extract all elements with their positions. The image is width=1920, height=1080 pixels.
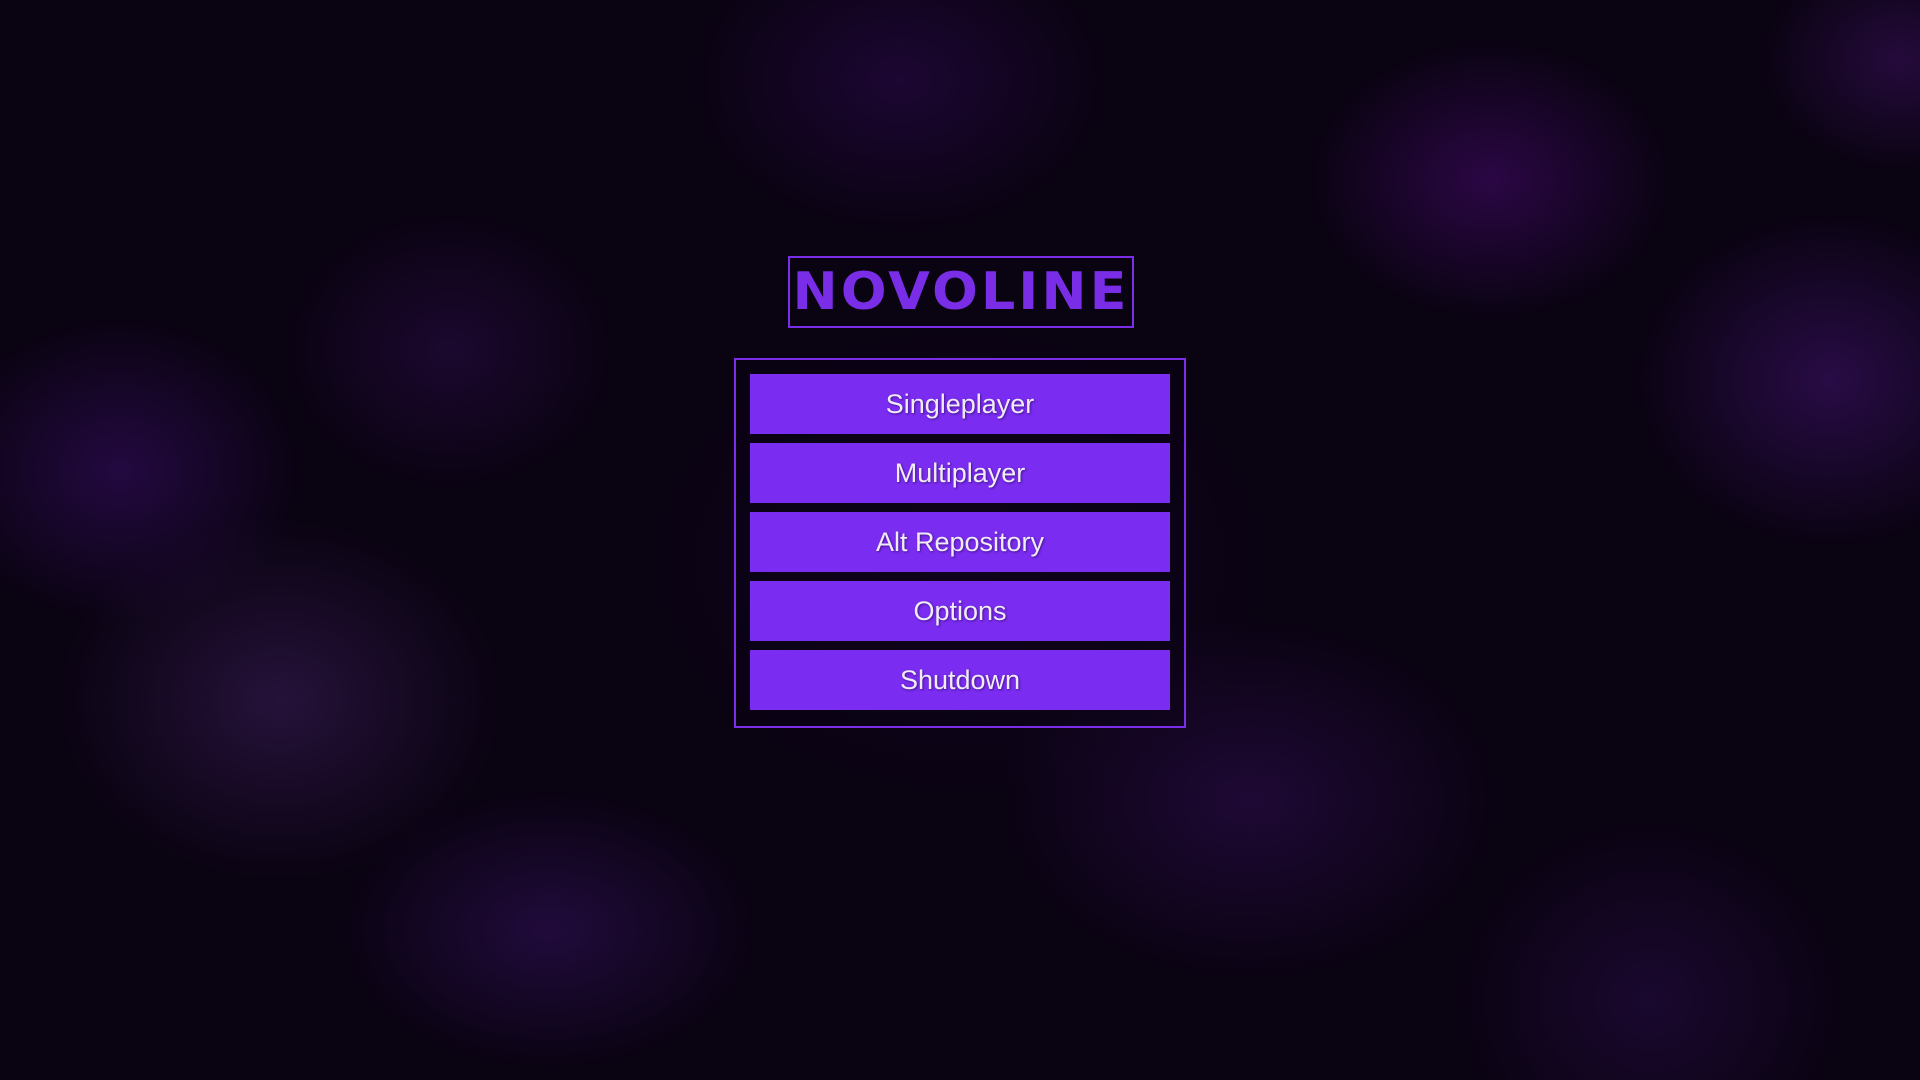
shutdown-button[interactable]: Shutdown	[750, 650, 1170, 710]
alt-repository-button[interactable]: Alt Repository	[750, 512, 1170, 572]
logo-frame: NOVOLINE	[788, 256, 1134, 328]
main-menu-panel: Singleplayer Multiplayer Alt Repository …	[734, 358, 1186, 728]
options-button[interactable]: Options	[750, 581, 1170, 641]
singleplayer-button[interactable]: Singleplayer	[750, 374, 1170, 434]
logo-title: NOVOLINE	[792, 261, 1130, 322]
multiplayer-button[interactable]: Multiplayer	[750, 443, 1170, 503]
main-menu-screen: NOVOLINE Singleplayer Multiplayer Alt Re…	[0, 0, 1920, 1080]
